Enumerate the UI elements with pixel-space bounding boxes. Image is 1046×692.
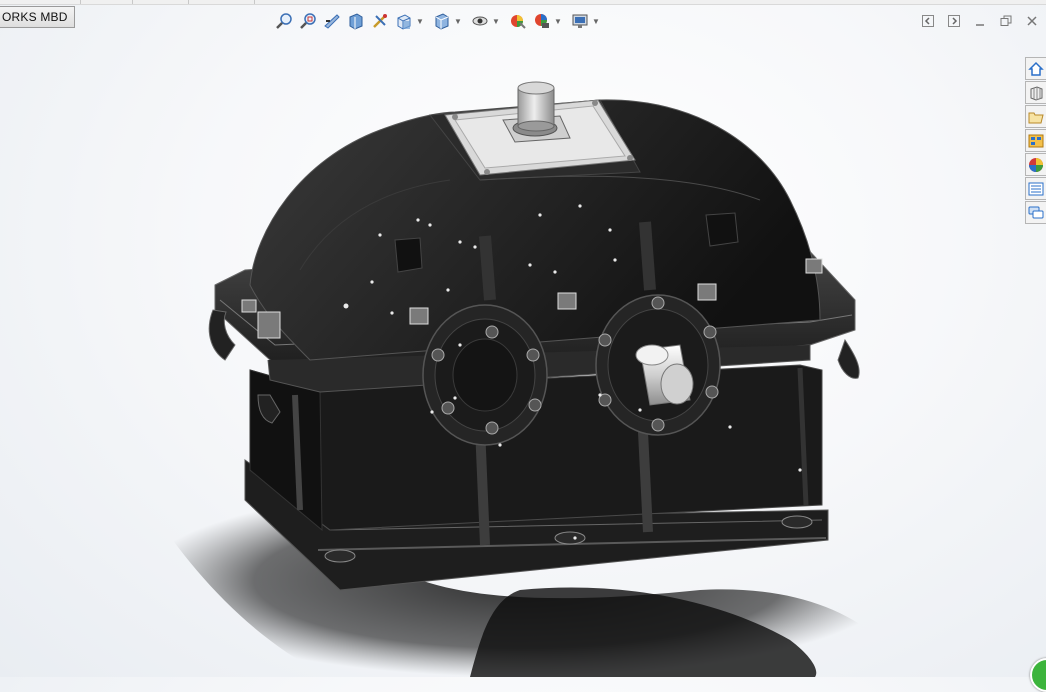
custom-properties-icon[interactable]: [1025, 177, 1046, 200]
display-style-icon[interactable]: [430, 9, 454, 33]
foot-bolt-hole: [781, 515, 813, 529]
restore-icon[interactable]: [997, 12, 1015, 30]
heads-up-view-toolbar: ▼ ▼ ▼ ▼ ▼: [272, 9, 600, 33]
design-library-icon[interactable]: [1025, 81, 1046, 104]
solidworks-forum-icon[interactable]: [1025, 201, 1046, 224]
chevron-down-icon[interactable]: ▼: [416, 9, 424, 33]
task-pane-tabs: [1025, 57, 1046, 225]
appearances-scenes-decals-icon[interactable]: [1025, 153, 1046, 176]
minimize-icon[interactable]: [971, 12, 989, 30]
bearing-cap-input: [422, 304, 548, 446]
chevron-down-icon[interactable]: ▼: [454, 9, 462, 33]
gear-reducer-model[interactable]: [208, 81, 860, 591]
section-view-icon[interactable]: [344, 9, 368, 33]
chevron-down-icon[interactable]: ▼: [554, 9, 562, 33]
chevron-down-icon[interactable]: ▼: [592, 9, 600, 33]
foot-bolt-hole: [324, 549, 356, 563]
view-palette-icon[interactable]: [1025, 129, 1046, 152]
graphics-area[interactable]: [0, 0, 1046, 677]
sight-window: [394, 237, 423, 273]
zoom-to-fit-icon[interactable]: [272, 9, 296, 33]
view-settings-icon[interactable]: [568, 9, 592, 33]
tile-right-icon[interactable]: [945, 12, 963, 30]
hide-show-items-icon[interactable]: [468, 9, 492, 33]
zoom-to-area-icon[interactable]: [296, 9, 320, 33]
tile-left-icon[interactable]: [919, 12, 937, 30]
lifting-lug: [837, 338, 860, 379]
dynamic-annotation-views-icon[interactable]: [368, 9, 392, 33]
foot-bolt-hole: [554, 531, 586, 545]
chevron-down-icon[interactable]: ▼: [492, 9, 500, 33]
solidworks-resources-icon[interactable]: [1025, 57, 1046, 80]
file-explorer-icon[interactable]: [1025, 105, 1046, 128]
close-icon[interactable]: [1023, 12, 1041, 30]
edit-appearance-icon[interactable]: [506, 9, 530, 33]
sight-window: [705, 212, 739, 247]
view-orientation-icon[interactable]: [392, 9, 416, 33]
apply-scene-icon[interactable]: [530, 9, 554, 33]
previous-view-icon[interactable]: [320, 9, 344, 33]
